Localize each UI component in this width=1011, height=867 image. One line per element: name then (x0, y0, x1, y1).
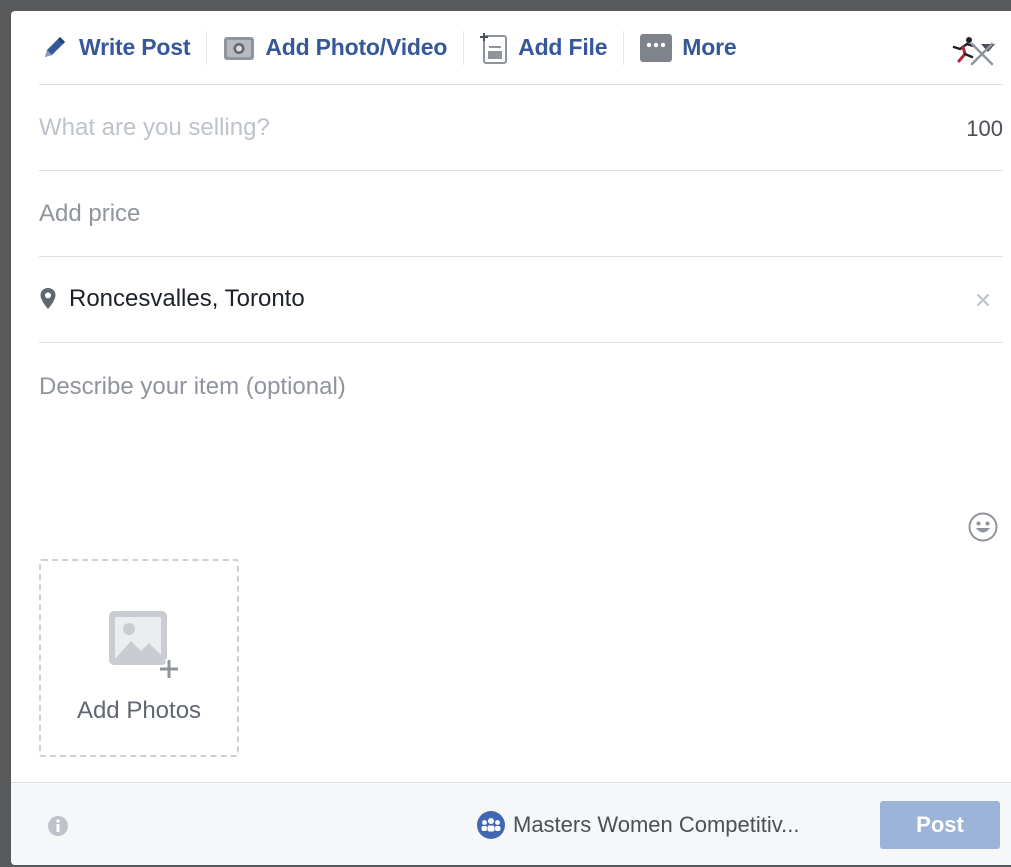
add-photos-label: Add Photos (76, 697, 202, 724)
more-icon (640, 33, 673, 62)
toolbar-divider (623, 30, 625, 65)
more-label: More (682, 34, 737, 60)
price-input[interactable] (39, 198, 889, 230)
info-icon[interactable] (47, 815, 69, 837)
item-title-row: 100 (39, 84, 1003, 170)
clear-icon[interactable] (976, 293, 990, 307)
group-icon (476, 810, 506, 840)
more-tab[interactable]: More (640, 30, 737, 66)
sell-post-composer: Write Post Add Photo/Video Add File More… (11, 11, 1011, 865)
add-photos-button[interactable]: Add Photos (39, 559, 239, 757)
audience-label: Masters Women Competitiv... (513, 812, 800, 837)
add-file-tab[interactable]: Add File (480, 30, 607, 66)
write-post-label: Write Post (79, 34, 191, 60)
location-row[interactable]: Roncesvalles, Toronto (39, 256, 1003, 342)
file-icon (480, 31, 508, 65)
toolbar-divider (463, 30, 465, 65)
pencil-icon (39, 33, 69, 63)
add-photo-icon (107, 609, 179, 686)
composer-footer: Masters Women Competitiv... Post (11, 782, 1011, 865)
title-char-counter: 100 (966, 116, 1003, 141)
toolbar-divider (206, 30, 208, 65)
audience-selector[interactable]: Masters Women Competitiv... (476, 810, 799, 840)
write-post-tab[interactable]: Write Post (39, 30, 191, 66)
add-photo-video-tab[interactable]: Add Photo/Video (223, 30, 447, 66)
add-photo-video-label: Add Photo/Video (265, 34, 448, 60)
location-value: Roncesvalles, Toronto (69, 285, 305, 312)
item-title-input[interactable] (39, 112, 889, 144)
post-button[interactable]: Post (880, 801, 1000, 849)
camera-icon (223, 34, 255, 62)
location-pin-icon (39, 287, 57, 311)
emoji-icon[interactable] (967, 511, 999, 543)
description-row (39, 342, 1003, 502)
item-price-row (39, 170, 1003, 256)
add-file-label: Add File (518, 34, 608, 60)
close-icon[interactable] (969, 41, 995, 67)
description-input[interactable] (39, 373, 939, 483)
composer-toolbar: Write Post Add Photo/Video Add File More (11, 11, 1011, 84)
